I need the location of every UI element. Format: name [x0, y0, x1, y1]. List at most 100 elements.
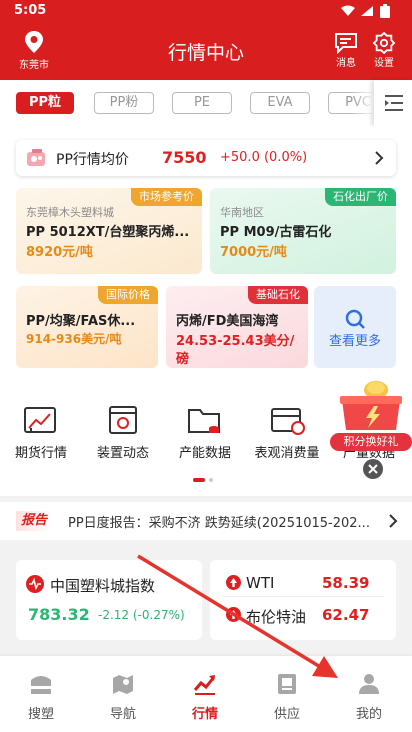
- index-value: 783.32: [28, 605, 90, 624]
- tab-menu-button[interactable]: [374, 80, 412, 126]
- quick-link-label: 期货行情: [14, 446, 67, 461]
- card-price: 914-936美元/吨: [26, 332, 122, 346]
- nav-label: 行情: [191, 707, 218, 722]
- card-tag: 基础石化: [248, 286, 308, 304]
- avg-price-value: 7550: [162, 148, 207, 167]
- divider: [222, 596, 384, 597]
- consumption-chart-icon: [271, 408, 305, 435]
- card-subtitle: 东莞樟木头塑料城: [26, 206, 114, 219]
- card-tag: 国际价格: [98, 286, 158, 304]
- price-card-international[interactable]: 国际价格 PP/均聚/FAS休... 914-936美元/吨: [16, 286, 158, 368]
- quick-link-futures[interactable]: 期货行情: [0, 400, 86, 470]
- message-icon: [335, 33, 357, 54]
- gift-coin-icon: [340, 381, 402, 430]
- card-tag: 石化出厂价: [325, 188, 396, 206]
- quick-link-devices[interactable]: 装置动态: [78, 400, 168, 470]
- nav-item-market[interactable]: 行情: [164, 656, 246, 732]
- card-price-line1: 24.53-25.43美分/: [176, 334, 295, 349]
- points-promo[interactable]: 积分换好礼: [328, 376, 412, 479]
- card-product-name: PP/均聚/FAS休...: [26, 314, 136, 329]
- arrow-up-circle-icon: [226, 575, 241, 590]
- arrow-up-circle-icon: [226, 607, 241, 622]
- close-promo-button[interactable]: [363, 459, 383, 479]
- report-badge: 报告: [16, 511, 53, 531]
- nav-label: 供应: [273, 707, 300, 722]
- tab-pp-powder[interactable]: PP粉: [94, 92, 154, 114]
- nav-label: 导航: [109, 707, 136, 722]
- report-ticker[interactable]: 报告 PP日度报告：采购不济 跌势延续(20251015-202...: [0, 502, 412, 540]
- avg-price-label: PP行情均价: [56, 152, 129, 168]
- pulse-icon: [26, 575, 44, 593]
- message-button[interactable]: 消息: [330, 32, 362, 69]
- price-card-factory[interactable]: 石化出厂价 华南地区 PP M09/古雷石化 7000元/吨: [210, 188, 396, 274]
- tab-pp-granule[interactable]: PP粒: [16, 92, 74, 114]
- map-icon: [113, 675, 133, 694]
- card-product-name: PP 5012XT/台塑聚丙烯...: [26, 225, 190, 240]
- gear-icon: [372, 32, 396, 54]
- card-product-name: PP M09/古雷石化: [220, 225, 332, 240]
- card-price: 8920元/吨: [26, 245, 93, 260]
- page-dot: [209, 478, 213, 482]
- oil-value: 58.39: [322, 574, 370, 592]
- settings-label: 设置: [374, 58, 394, 69]
- user-icon: [359, 674, 379, 694]
- avg-price-bar[interactable]: PP行情均价 7550 +50.0 (0.0%): [16, 140, 396, 176]
- card-tag: 市场参考价: [131, 188, 202, 206]
- home-icon: [31, 676, 51, 694]
- menu-list-icon: [385, 95, 403, 111]
- market-chart-icon: [193, 675, 216, 695]
- crude-oil-card[interactable]: WTI 58.39 布伦特油 62.47: [210, 560, 396, 640]
- quick-link-capacity[interactable]: 产能数据: [160, 400, 250, 470]
- app-header: 5:05 东莞市 行情中心 消息 设置: [0, 0, 412, 80]
- futures-chart-icon: [24, 407, 56, 433]
- category-tabs: PP粒 PP粉 PE EVA PVC: [0, 80, 412, 126]
- oil-name: 布伦特油: [246, 608, 307, 626]
- nav-item-navigation[interactable]: 导航: [82, 656, 164, 732]
- price-card-market-ref[interactable]: 市场参考价 东莞樟木头塑料城 PP 5012XT/台塑聚丙烯... 8920元/…: [16, 188, 202, 274]
- index-name: 中国塑料城指数: [50, 577, 156, 595]
- close-icon: [368, 464, 378, 474]
- nav-item-search[interactable]: 搜塑: [0, 656, 82, 732]
- view-more-button[interactable]: 查看更多: [314, 286, 396, 368]
- nav-label: 我的: [355, 707, 382, 722]
- battery-icon: [380, 4, 390, 18]
- tab-fade: [352, 80, 376, 126]
- card-product-name: 丙烯/FD美国海湾: [176, 314, 279, 329]
- promo-label: 积分换好礼: [330, 433, 412, 451]
- wifi-icon: [341, 5, 355, 16]
- capacity-folder-icon: [188, 409, 220, 433]
- avg-price-change: +50.0 (0.0%): [220, 150, 308, 165]
- chevron-right-icon: [389, 514, 398, 528]
- supply-doc-icon: [278, 674, 296, 694]
- status-bar: 5:05: [0, 0, 412, 24]
- message-label: 消息: [336, 58, 356, 69]
- view-more-label: 查看更多: [328, 334, 381, 349]
- bottom-nav: 搜塑 导航 行情 供应 我的: [0, 656, 412, 732]
- pp-bag-icon: [27, 149, 45, 166]
- report-text: PP日度报告：采购不济 跌势延续(20251015-202...: [68, 516, 370, 531]
- card-price: 7000元/吨: [220, 245, 287, 260]
- tab-eva[interactable]: EVA: [250, 92, 310, 114]
- title-bar: 东莞市 行情中心 消息 设置: [0, 24, 412, 80]
- card-subtitle: 华南地区: [220, 206, 264, 219]
- nav-item-supply[interactable]: 供应: [246, 656, 328, 732]
- device-dynamics-icon: [109, 406, 137, 434]
- chevron-right-icon: [375, 151, 384, 165]
- card-price-line2: 磅: [176, 352, 190, 367]
- plastic-city-index-card[interactable]: 中国塑料城指数 783.32 -2.12 (-0.27%): [16, 560, 202, 640]
- price-card-basic-petrochem[interactable]: 基础石化 丙烯/FD美国海湾 24.53-25.43美分/ 磅: [166, 286, 308, 368]
- quick-link-label: 产能数据: [178, 446, 231, 461]
- oil-value: 62.47: [322, 606, 370, 624]
- oil-name: WTI: [246, 574, 275, 592]
- quick-link-label: 装置动态: [96, 446, 149, 461]
- index-change: -2.12 (-0.27%): [98, 608, 185, 622]
- signal-icon: [361, 6, 373, 16]
- search-icon: [345, 309, 365, 329]
- status-time: 5:05: [14, 3, 47, 18]
- quick-link-consumption[interactable]: 表观消费量: [242, 400, 332, 470]
- quick-link-label: 表观消费量: [254, 446, 320, 461]
- settings-button[interactable]: 设置: [368, 32, 400, 69]
- tab-pe[interactable]: PE: [172, 92, 232, 114]
- page-dot-active: [193, 478, 205, 482]
- nav-item-mine[interactable]: 我的: [328, 656, 410, 732]
